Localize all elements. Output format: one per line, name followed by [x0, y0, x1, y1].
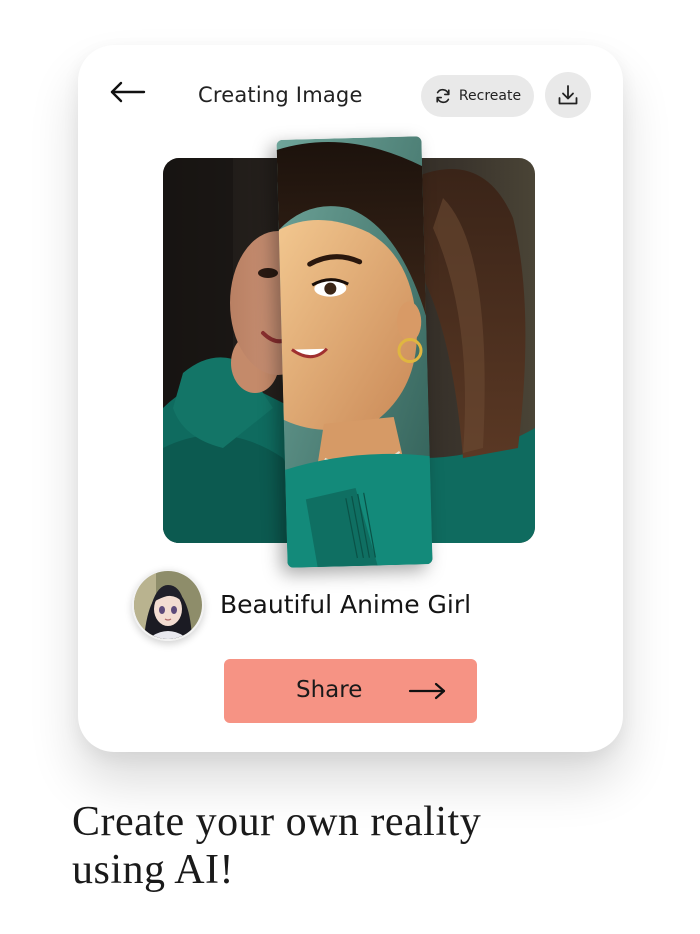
style-name: Beautiful Anime Girl	[220, 590, 472, 619]
download-icon	[558, 85, 578, 105]
recreate-button[interactable]: Recreate	[421, 75, 534, 117]
download-button[interactable]	[545, 72, 591, 118]
share-button[interactable]: Share	[224, 659, 477, 723]
page-title: Creating Image	[198, 83, 363, 107]
refresh-icon	[436, 88, 450, 104]
avatar	[132, 569, 204, 641]
arrow-right-icon	[408, 682, 446, 700]
ai-stylized-strip	[276, 136, 433, 568]
anime-girl-avatar-icon	[134, 571, 202, 639]
share-label: Share	[296, 677, 363, 703]
creation-card: Creating Image Recreate Beautiful Anime …	[78, 45, 623, 752]
back-button[interactable]	[108, 79, 148, 105]
tagline: Create your own reality using AI!	[72, 798, 632, 894]
arrow-left-icon	[110, 81, 146, 103]
recreate-label: Recreate	[458, 88, 522, 104]
tagline-line-2: using AI!	[72, 847, 234, 893]
tagline-line-1: Create your own reality	[72, 799, 482, 845]
